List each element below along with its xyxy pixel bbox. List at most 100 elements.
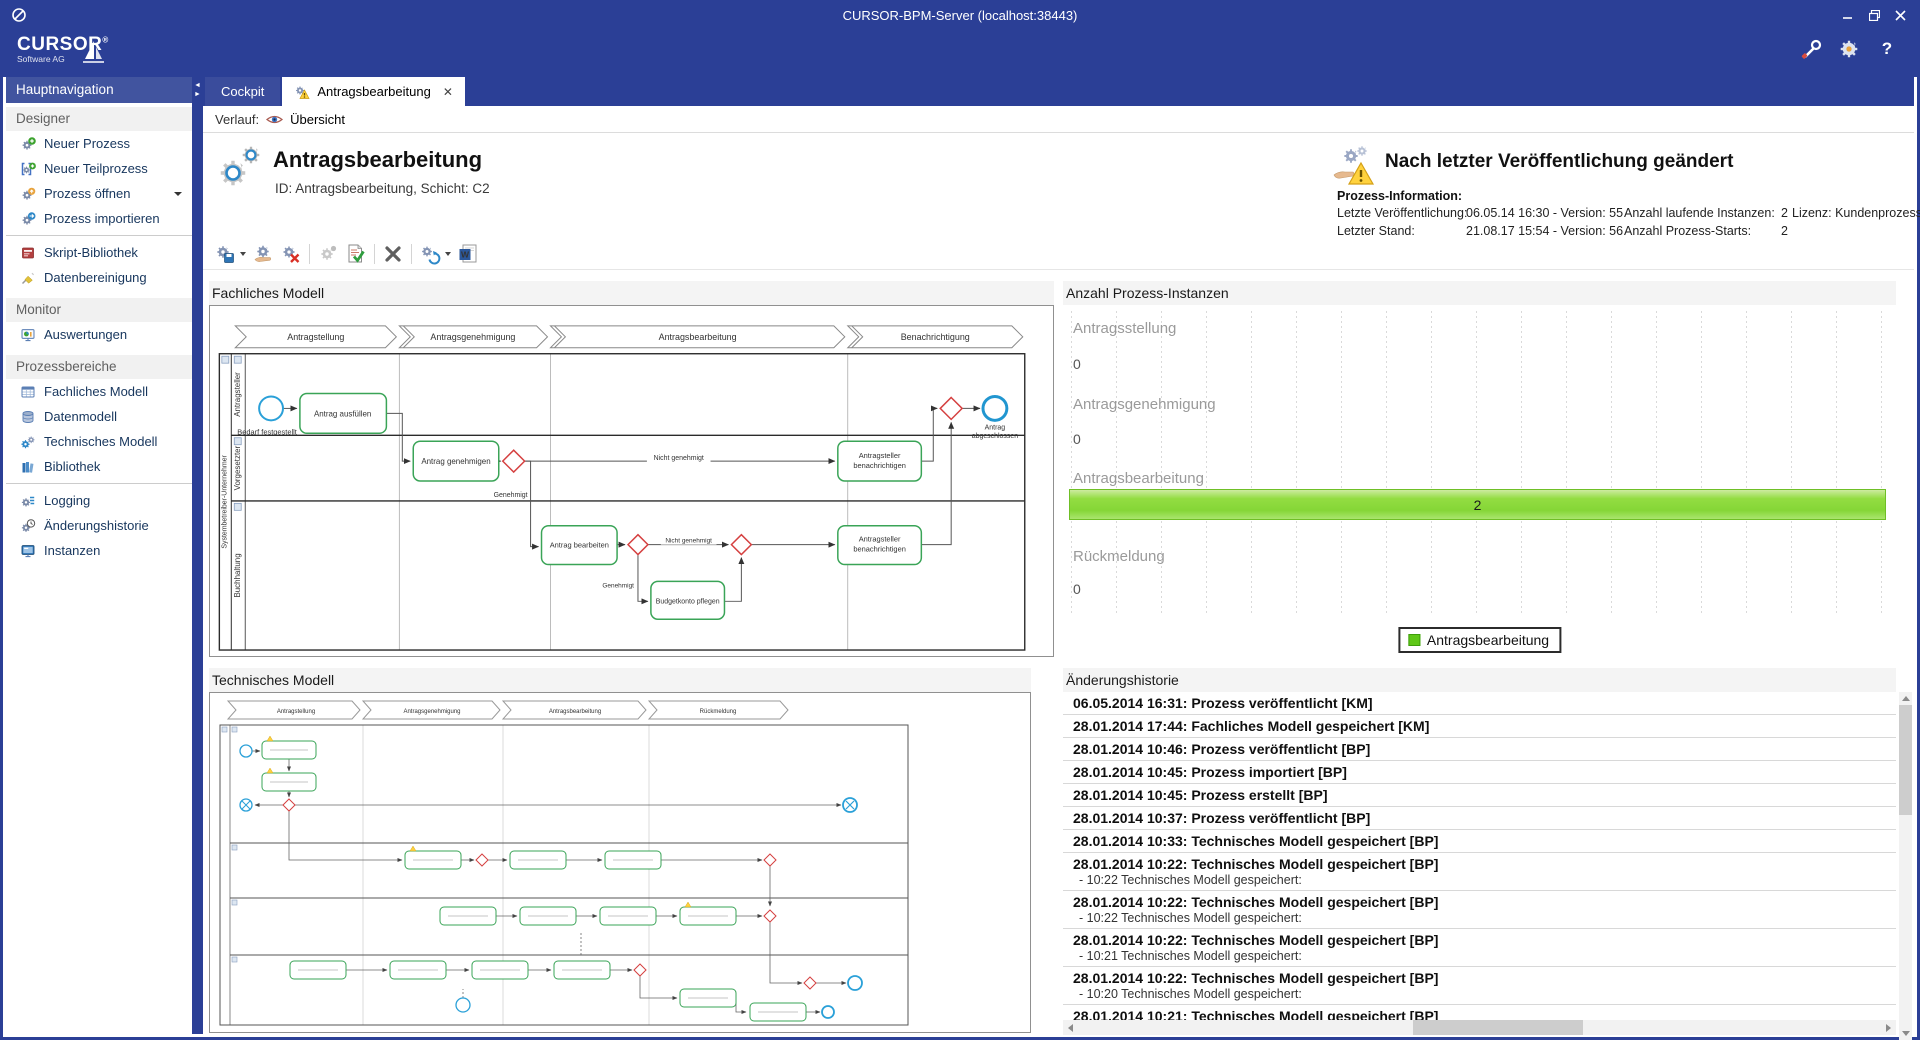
- history-entry[interactable]: 28.01.2014 10:45: Prozess erstellt [BP]: [1063, 784, 1896, 807]
- sidebar-item-bibliothek[interactable]: Bibliothek: [6, 454, 192, 479]
- close-button[interactable]: [1887, 5, 1913, 25]
- chart-category-label: Antragsbearbeitung: [1073, 470, 1204, 487]
- svg-text:Budgetkonto pflegen: Budgetkonto pflegen: [656, 598, 720, 605]
- export-word-button[interactable]: W: [455, 241, 481, 267]
- history-entry[interactable]: 06.05.2014 16:31: Prozess veröffentlicht…: [1063, 692, 1896, 715]
- section-history: Änderungshistorie: [1063, 668, 1896, 692]
- bpmn-end-event: [983, 396, 1007, 420]
- save-dropdown-icon[interactable]: [240, 252, 246, 256]
- history-entry-detail: - 10:22 Technisches Modell gespeichert:: [1073, 911, 1886, 926]
- admin-tools-icon[interactable]: [1799, 37, 1823, 61]
- history-vertical-scrollbar[interactable]: [1899, 692, 1912, 1040]
- sidebar-item-fachliches-modell[interactable]: Fachliches Modell: [6, 379, 192, 404]
- sidebar-item-neuer-teilprozess[interactable]: Neuer Teilprozess: [6, 156, 192, 181]
- scroll-down-button[interactable]: [1899, 1027, 1912, 1040]
- sidebar-title: Hauptnavigation: [6, 77, 192, 103]
- sidebar-item-logging[interactable]: Logging: [6, 488, 192, 513]
- sidebar-splitter[interactable]: ◄►: [192, 77, 203, 1034]
- business-model-diagram[interactable]: Antragstellung Antragsgenehmigung Antrag…: [209, 305, 1054, 657]
- sidebar-item-label: Datenmodell: [44, 409, 117, 424]
- svg-text:Antrag bearbeiten: Antrag bearbeiten: [550, 541, 609, 550]
- history-entry[interactable]: 28.01.2014 10:22: Technisches Modell ges…: [1063, 929, 1896, 967]
- sidebar-item-technisches-modell[interactable]: Technisches Modell: [6, 429, 192, 454]
- delete-process-button[interactable]: [278, 241, 304, 267]
- history-entry[interactable]: 28.01.2014 10:22: Technisches Modell ges…: [1063, 967, 1896, 1005]
- tab-label: Cockpit: [221, 84, 264, 99]
- bpmn-start-label: Bedarf festgestellt: [237, 427, 297, 436]
- window-title: CURSOR-BPM-Server (localhost:38443): [3, 8, 1917, 23]
- save-process-button[interactable]: [212, 241, 238, 267]
- history-entry[interactable]: 28.01.2014 10:22: Technisches Modell ges…: [1063, 891, 1896, 929]
- script-icon: [20, 245, 36, 261]
- minimize-button[interactable]: [1835, 5, 1861, 25]
- chevron-down-icon[interactable]: [174, 192, 182, 196]
- scroll-left-button[interactable]: [1063, 1020, 1078, 1035]
- scroll-up-button[interactable]: [1899, 692, 1912, 705]
- history-entry[interactable]: 28.01.2014 10:21: Technisches Modell ges…: [1063, 1005, 1896, 1020]
- sidebar-item-instanzen[interactable]: Instanzen: [6, 538, 192, 563]
- history-entry[interactable]: 28.01.2014 10:33: Technisches Modell ges…: [1063, 830, 1896, 853]
- monitor-app-icon: [20, 543, 36, 559]
- sidebar-item-prozess-importieren[interactable]: Prozess importieren: [6, 206, 192, 231]
- user-settings-icon[interactable]: [1837, 37, 1861, 61]
- sidebar-item-prozess-öffnen[interactable]: Prozess öffnen: [6, 181, 192, 206]
- refresh-dropdown-icon[interactable]: [445, 252, 451, 256]
- history-entry[interactable]: 28.01.2014 10:37: Prozess veröffentlicht…: [1063, 807, 1896, 830]
- tab-close-icon[interactable]: ✕: [443, 85, 453, 99]
- sidebar-item-änderungshistorie[interactable]: Änderungshistorie: [6, 513, 192, 538]
- content: CockpitAntragsbearbeitung✕ Verlauf: Über…: [203, 77, 1914, 1034]
- sidebar-item-label: Änderungshistorie: [44, 518, 149, 533]
- history-entry[interactable]: 28.01.2014 10:46: Prozess veröffentlicht…: [1063, 738, 1896, 761]
- help-icon[interactable]: ?: [1875, 37, 1899, 61]
- process-info-title: Prozess-Information:: [1337, 189, 1462, 203]
- sidebar-item-label: Bibliothek: [44, 459, 100, 474]
- svg-text:Rückmeldung: Rückmeldung: [700, 709, 737, 715]
- breadcrumb: Verlauf: Übersicht: [203, 106, 1914, 133]
- scrollbar-thumb[interactable]: [1413, 1020, 1583, 1035]
- technical-model-diagram[interactable]: Antragstellung Antragsgenehmigung Antrag…: [209, 692, 1031, 1033]
- legend-swatch: [1408, 634, 1420, 646]
- bpmn-start-event: [259, 396, 283, 420]
- info-value: 2: [1781, 224, 1788, 238]
- chart-category-label: Rückmeldung: [1073, 548, 1165, 565]
- breadcrumb-label: Verlauf:: [215, 112, 259, 127]
- sidebar-item-auswertungen[interactable]: Auswertungen: [6, 322, 192, 347]
- sidebar-item-datenmodell[interactable]: Datenmodell: [6, 404, 192, 429]
- restore-button[interactable]: [1861, 5, 1887, 25]
- history-entry[interactable]: 28.01.2014 10:22: Technisches Modell ges…: [1063, 853, 1896, 891]
- history-horizontal-scrollbar[interactable]: [1063, 1020, 1896, 1035]
- sidebar-item-label: Logging: [44, 493, 90, 508]
- discard-button[interactable]: [380, 241, 406, 267]
- svg-text:Antrag: Antrag: [985, 424, 1006, 431]
- scrollbar-thumb[interactable]: [1899, 705, 1912, 815]
- svg-text:benachrichtigen: benachrichtigen: [853, 545, 906, 554]
- sidebar-item-skript-bibliothek[interactable]: Skript-Bibliothek: [6, 240, 192, 265]
- bpmn-gateway: [628, 535, 648, 555]
- history-entry[interactable]: 28.01.2014 17:44: Fachliches Modell gesp…: [1063, 715, 1896, 738]
- svg-text:Antragsbearbeitung: Antragsbearbeitung: [549, 709, 601, 715]
- sidebar-item-neuer-prozess[interactable]: Neuer Prozess: [6, 131, 192, 156]
- history-entry-text: 28.01.2014 10:22: Technisches Modell ges…: [1073, 970, 1886, 987]
- publish-process-button[interactable]: [250, 241, 276, 267]
- chart-bar-antragsbearbeitung: 2: [1069, 489, 1886, 520]
- breadcrumb-current[interactable]: Übersicht: [290, 112, 345, 127]
- sidebar-item-label: Datenbereinigung: [44, 270, 147, 285]
- svg-text:Antragsgenehmigung: Antragsgenehmigung: [403, 709, 460, 715]
- sidebar-item-datenbereinigung[interactable]: Datenbereinigung: [6, 265, 192, 290]
- validate-process-button[interactable]: [343, 241, 369, 267]
- info-label: Anzahl Prozess-Starts:: [1624, 224, 1751, 238]
- info-value: 21.08.17 15:54 - Version: 56: [1466, 224, 1623, 238]
- start-process-button[interactable]: [315, 241, 341, 267]
- refresh-process-button[interactable]: [417, 241, 443, 267]
- database-icon: [20, 409, 36, 425]
- tab-cockpit[interactable]: Cockpit: [205, 77, 280, 106]
- history-entry-text: 28.01.2014 17:44: Fachliches Modell gesp…: [1073, 718, 1886, 735]
- tab-antragsbearbeitung[interactable]: Antragsbearbeitung✕: [282, 77, 465, 106]
- bpmn-pool-label: Systembetreiber-Unternehmer: [221, 454, 228, 548]
- scroll-right-button[interactable]: [1881, 1020, 1896, 1035]
- info-label: Letzter Stand:: [1337, 224, 1415, 238]
- gear-list-icon: [20, 493, 36, 509]
- changed-warning-icon: [1331, 143, 1377, 189]
- svg-text:Antragsbearbeitung: Antragsbearbeitung: [659, 332, 737, 342]
- history-entry[interactable]: 28.01.2014 10:45: Prozess importiert [BP…: [1063, 761, 1896, 784]
